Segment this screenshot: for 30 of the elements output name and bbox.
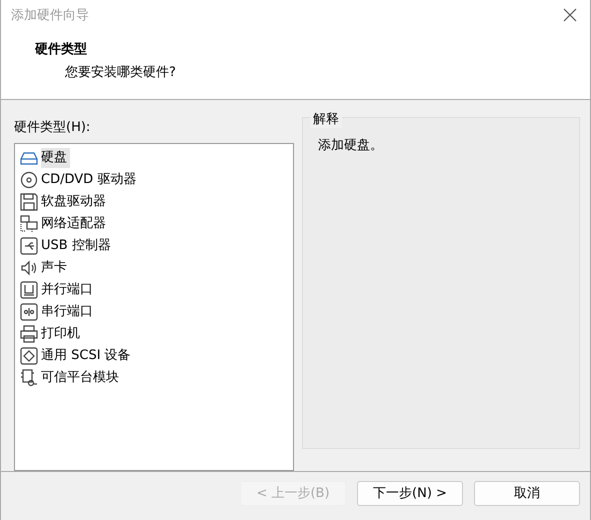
window-title: 添加硬件向导	[11, 6, 89, 24]
list-item[interactable]: 软盘驱动器	[41, 192, 109, 212]
explanation-text: 添加硬盘。	[318, 137, 384, 154]
chip-icon	[20, 347, 38, 366]
list-item[interactable]: 并行端口	[41, 280, 96, 300]
port-icon	[20, 303, 38, 322]
close-icon[interactable]	[563, 8, 577, 22]
list-item[interactable]: 打印机	[41, 324, 83, 344]
explanation-label: 解释	[310, 110, 342, 128]
header-title: 硬件类型	[35, 40, 88, 58]
list-item[interactable]: 硬盘	[41, 148, 70, 168]
cancel-button[interactable]: 取消	[474, 480, 580, 506]
list-item[interactable]: 串行端口	[41, 302, 96, 322]
chip-key-icon	[20, 369, 38, 388]
list-item[interactable]: 声卡	[41, 258, 70, 278]
list-item[interactable]: 网络适配器	[41, 214, 109, 234]
hardware-list[interactable]: 硬盘 CD/DVD 驱动器 软盘驱动器 网络适配器 USB 控制器 声卡 并行端口 串行端口 打印机 通用 SCSI 设备 可信平台模块	[14, 143, 294, 472]
speaker-icon	[20, 259, 38, 278]
list-item[interactable]: USB 控制器	[41, 236, 114, 256]
next-button[interactable]: 下一步(N) >	[357, 480, 463, 506]
list-item[interactable]: CD/DVD 驱动器	[41, 170, 140, 190]
list-item[interactable]: 可信平台模块	[41, 368, 122, 388]
disc-icon	[20, 171, 38, 190]
list-item[interactable]: 通用 SCSI 设备	[41, 346, 134, 366]
usb-icon	[20, 237, 38, 256]
list-label: 硬件类型(H):	[14, 119, 92, 136]
header-subtitle: 您要安装哪类硬件?	[65, 64, 177, 81]
network-icon	[20, 215, 38, 234]
printer-icon	[20, 325, 38, 344]
port-icon	[20, 281, 38, 300]
